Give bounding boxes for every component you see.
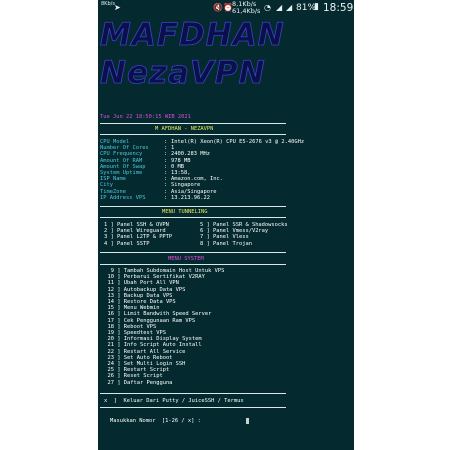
menu-label: Panel Trojan: [213, 240, 252, 247]
menu-bracket: ]: [114, 373, 124, 380]
datetime-line: Tue Jun 22 18:50:15 WIB 2021: [100, 114, 191, 120]
menu-label: Restart All Service: [123, 348, 186, 355]
net-down-speed: 61,4Kb/s: [232, 7, 261, 15]
menu-label: Info Script Auto Install: [123, 342, 202, 349]
menu-bracket: ]: [203, 222, 213, 228]
divider: [100, 393, 286, 394]
menu-bracket: ]: [114, 330, 124, 336]
divider: [100, 134, 286, 135]
divider: [100, 252, 286, 253]
menu-label: Informasi Display System: [123, 336, 202, 343]
tunneling-item[interactable]: 8 ] Panel Trojan: [200, 241, 252, 247]
battery-level: 81%: [296, 3, 317, 13]
menu-label: Panel SSH & OVPN: [117, 222, 169, 228]
banner-line-1: MAFDHAN: [100, 17, 285, 53]
menu-bracket: ]: [114, 348, 124, 355]
divider: [100, 264, 286, 265]
menu-bracket: ]: [114, 317, 124, 324]
menu-bracket: ]: [107, 240, 117, 247]
system-menu-title: MENU SYSTEM: [168, 256, 204, 262]
menu-bracket: ]: [114, 379, 124, 386]
menu-bracket: ]: [114, 336, 124, 343]
signal-icon-2: ◢: [286, 3, 293, 12]
network-speed: 8,1Kb/s 61,4Kb/s: [232, 1, 260, 15]
menu-label: Restore Data VPS: [123, 299, 176, 305]
menu-label: Backup Data VPS: [123, 292, 173, 299]
system-menu-item[interactable]: 27 ] Daftar Pengguna: [104, 379, 173, 386]
menu-label: Panel L2TP & PPTP: [117, 234, 173, 241]
menu-label: Restart Script: [123, 367, 170, 374]
signal-icon: ◢: [276, 3, 283, 12]
menu-number: 27: [107, 379, 115, 386]
divider: [100, 123, 286, 124]
menu-bracket: ]: [114, 311, 124, 318]
menu-label: Cek Penggunaan Ram VPS: [123, 317, 196, 324]
divider: [100, 206, 286, 207]
info-value: Intel(R) Xeon(R) CPU E5-2676 v3 @ 2.40GH…: [171, 139, 305, 145]
info-separator: :: [164, 194, 168, 201]
divider: [100, 407, 286, 408]
banner-line-2: NezaVPN: [100, 55, 266, 91]
menu-bracket: ]: [114, 342, 124, 349]
menu-bracket: ]: [114, 286, 124, 293]
menu-bracket: ]: [114, 292, 124, 299]
menu-bracket: ]: [114, 268, 124, 274]
menu-label: Panel SSR & Shadowsocks: [213, 222, 288, 228]
menu-label: Reset Script: [123, 373, 163, 380]
menu-bracket: ]: [114, 323, 124, 330]
telegram-icon: ➤: [114, 3, 121, 12]
menu-label: Perbarui Sertifikat V2RAY: [123, 274, 205, 281]
menu-bracket: ]: [114, 280, 124, 287]
menu-label: Autobackup Data VPS: [123, 286, 186, 293]
menu-label: Set Multi Login SSH: [123, 361, 186, 367]
info-value: 13.213.96.22: [171, 194, 210, 201]
header-title: M AFDHAN - NEZAVPN: [155, 126, 214, 132]
menu-bracket: ]: [114, 361, 124, 367]
clock: 18:59: [323, 2, 354, 14]
menu-bracket: ]: [203, 234, 213, 241]
menu-bracket: ]: [107, 234, 117, 241]
menu-label: Tambah Subdomain Host Untuk VPS: [123, 268, 225, 274]
input-prompt: Masukkan Nomor [1-26 / x] :: [110, 418, 201, 424]
battery-icon: ▮: [314, 2, 319, 12]
menu-label: Daftar Pengguna: [123, 379, 173, 386]
menu-label: Speedtest VPS: [123, 330, 166, 336]
exit-option-number: x: [104, 398, 108, 404]
status-bar: 8Kb/s ➤ 🔇 ⏰ 8,1Kb/s 61,4Kb/s ◔ ◢ ◢ 81% ▮…: [98, 0, 354, 18]
menu-bracket: ]: [203, 228, 213, 235]
menu-label: Limit Bandwith Speed Server: [123, 311, 212, 318]
menu-bracket: ]: [107, 228, 117, 235]
menu-label: Panel Wireguard: [117, 228, 166, 235]
info-label: IP Address VPS: [100, 194, 146, 201]
menu-label: Panel SSTP: [117, 240, 150, 247]
tunneling-title: MENU TUNNELING: [162, 209, 208, 215]
menu-label: Panel Vmess/V2ray: [213, 228, 269, 235]
menu-bracket: ]: [114, 274, 124, 281]
menu-bracket: ]: [107, 222, 117, 228]
exit-option[interactable]: x ] Keluar Dari Putty / JuiceSSH / Termu…: [104, 398, 244, 404]
menu-bracket: ]: [114, 367, 124, 374]
menu-label: Menu Webmin: [123, 305, 160, 312]
menu-label: Panel Vless: [213, 234, 249, 241]
menu-bracket: ]: [114, 299, 124, 305]
menu-label: Ubah Port All VPN: [123, 280, 179, 287]
exit-option-label: Keluar Dari Putty / JuiceSSH / Termux: [123, 398, 244, 404]
wifi-icon: ◔: [264, 3, 271, 12]
menu-label: Reboot VPS: [123, 323, 157, 330]
text-cursor[interactable]: [246, 418, 249, 424]
left-speed: 8Kb/s: [101, 1, 115, 7]
divider: [100, 217, 286, 218]
menu-bracket: ]: [114, 354, 124, 361]
tunneling-item[interactable]: 4 ] Panel SSTP: [104, 241, 149, 247]
mute-icon: 🔇: [213, 3, 223, 12]
menu-bracket: ]: [203, 240, 213, 247]
menu-label: Set Auto Reboot: [123, 354, 173, 361]
menu-bracket: ]: [114, 305, 124, 312]
terminal-screen[interactable]: 8Kb/s ➤ 🔇 ⏰ 8,1Kb/s 61,4Kb/s ◔ ◢ ◢ 81% ▮…: [98, 0, 354, 450]
